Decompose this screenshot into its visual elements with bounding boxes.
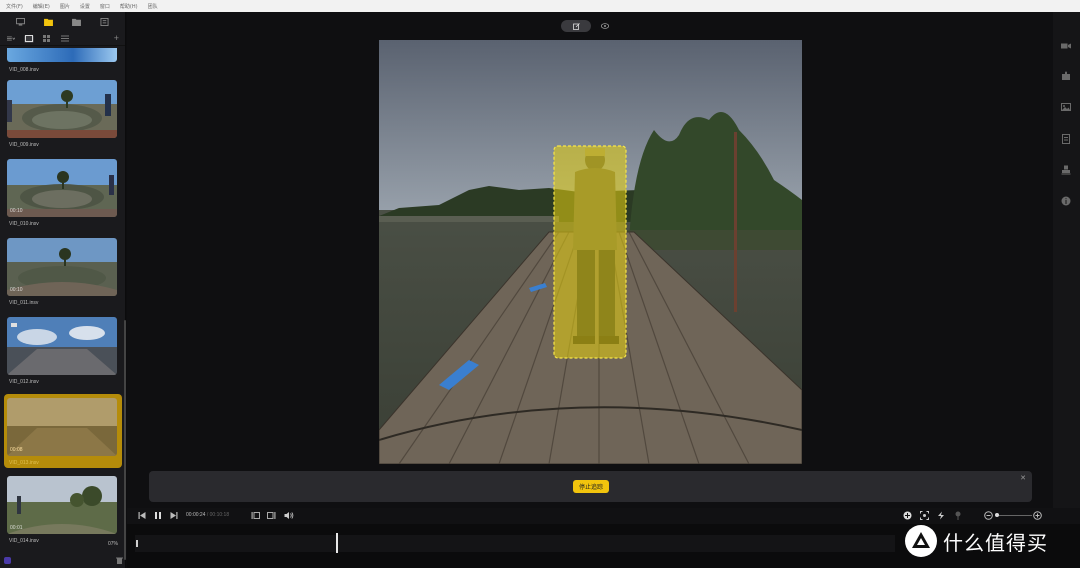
zoom-slider-handle[interactable]: [995, 513, 999, 517]
app-window: 文件(F) 编辑(E) 图片 设置 窗口 帮助(H) 团队 + VID_008.…: [0, 0, 1080, 568]
watermark-text: 什么值得买: [943, 530, 1048, 555]
clip-name: VID_011.insv: [9, 300, 39, 306]
pause-icon[interactable]: [154, 511, 162, 520]
monitor-icon: [15, 18, 25, 26]
video-frame: [379, 40, 802, 464]
menu-item[interactable]: 窗口: [100, 3, 110, 10]
image-icon[interactable]: [1061, 102, 1071, 112]
tracking-box[interactable]: [553, 145, 627, 359]
video-viewer[interactable]: [379, 40, 802, 464]
in-point-marker[interactable]: [136, 540, 138, 547]
tab-media[interactable]: [72, 18, 82, 26]
watermark: 什么值得买: [905, 518, 1080, 564]
clip-thumbnail: [7, 317, 117, 375]
film-folder-icon: [72, 18, 82, 26]
close-icon[interactable]: ✕: [1020, 474, 1026, 482]
menu-item[interactable]: 团队: [148, 3, 158, 10]
clip-name: VID_013.insv: [9, 460, 39, 466]
clip-thumbnail: 00:01: [7, 476, 117, 534]
menu-item[interactable]: 设置: [80, 3, 90, 10]
eye-icon: [601, 23, 609, 29]
playhead[interactable]: [336, 533, 338, 553]
edit-mode-toggle[interactable]: [561, 20, 591, 32]
folder-icon: [43, 18, 53, 26]
current-time: 00:00:24: [186, 512, 206, 518]
view-large-button[interactable]: [24, 34, 34, 43]
trash-icon[interactable]: [116, 557, 123, 564]
clip-duration: 00:01: [10, 525, 23, 531]
stamp-icon[interactable]: [1061, 165, 1071, 175]
mark-out-icon[interactable]: [267, 511, 276, 520]
sort-icon: [7, 36, 15, 41]
clip-thumbnail: 00:10: [7, 159, 117, 217]
clip-item[interactable]: 00:10 VID_010.insv: [4, 159, 122, 227]
clip-name: VID_009.insv: [9, 142, 39, 148]
sort-button[interactable]: [6, 35, 16, 43]
clip-item[interactable]: VID_009.insv: [4, 80, 122, 148]
tab-device[interactable]: [15, 18, 25, 26]
tab-export[interactable]: [100, 18, 110, 26]
document-icon[interactable]: [1061, 134, 1071, 144]
timecode: 00:00:24 / 00:10:18: [186, 512, 229, 518]
app-logo-icon: [4, 557, 11, 564]
add-media-button[interactable]: +: [114, 34, 119, 43]
clip-item[interactable]: VID_012.insv: [4, 317, 122, 385]
volume-icon[interactable]: [284, 511, 294, 520]
edit-icon: [572, 22, 580, 30]
menu-bar: 文件(F) 编辑(E) 图片 设置 窗口 帮助(H) 团队: [0, 0, 1080, 12]
clip-name: VID_008.insv: [9, 67, 39, 73]
clip-progress: 07%: [107, 541, 118, 547]
menu-item[interactable]: 文件(F): [6, 3, 23, 10]
clip-item[interactable]: 00:01 VID_014.insv 07%: [4, 476, 122, 547]
clip-duration: 00:08: [10, 447, 23, 453]
clip-thumbnail: 00:10: [7, 238, 117, 296]
library-scrollbar[interactable]: [124, 320, 126, 560]
menu-item[interactable]: 帮助(H): [120, 3, 138, 10]
zoom-slider[interactable]: [996, 515, 1032, 516]
library-toolbar: +: [0, 32, 125, 46]
tracking-panel: 停止追踪 ✕: [149, 471, 1032, 502]
previous-icon[interactable]: [138, 511, 146, 520]
tab-folder[interactable]: [43, 18, 53, 26]
stop-tracking-button[interactable]: 停止追踪: [573, 480, 609, 493]
clip-thumbnail-partial[interactable]: [7, 48, 117, 62]
next-icon[interactable]: [170, 511, 178, 520]
view-grid-button[interactable]: [42, 35, 52, 43]
watermark-logo-icon: [905, 525, 937, 557]
preview-stage: 停止追踪 ✕: [127, 12, 1053, 508]
clip-name: VID_014.insv: [9, 538, 39, 544]
preview-toggle[interactable]: [600, 21, 610, 31]
clip-thumbnail: 00:08: [7, 398, 117, 456]
clip-duration: 00:10: [10, 287, 23, 293]
mark-in-icon[interactable]: [251, 511, 260, 520]
clip-thumbnail: [7, 80, 117, 138]
large-thumbnail-icon: [25, 35, 33, 42]
timeline-track[interactable]: [135, 535, 895, 552]
clip-item[interactable]: 00:10 VID_011.insv: [4, 238, 122, 306]
grid-icon: [43, 35, 50, 42]
menu-item[interactable]: 编辑(E): [33, 3, 50, 10]
puzzle-icon[interactable]: [1061, 71, 1071, 81]
total-time: / 00:10:18: [205, 512, 230, 518]
clip-name: VID_012.insv: [9, 379, 39, 385]
clip-item-selected[interactable]: 00:08 VID_013.insv: [4, 394, 122, 468]
clip-duration: 00:10: [10, 208, 23, 214]
media-library: + VID_008.insv VID_009.insv 00:10 VID_01…: [0, 12, 126, 568]
export-list-icon: [100, 18, 109, 26]
view-list-button[interactable]: [60, 35, 70, 43]
library-tabs: [0, 12, 125, 32]
video-camera-icon[interactable]: [1061, 41, 1071, 51]
clip-name: VID_010.insv: [9, 221, 39, 227]
property-toolbar: [1053, 12, 1080, 508]
menu-item[interactable]: 图片: [60, 3, 70, 10]
info-icon[interactable]: [1061, 196, 1071, 206]
list-icon: [61, 35, 69, 42]
